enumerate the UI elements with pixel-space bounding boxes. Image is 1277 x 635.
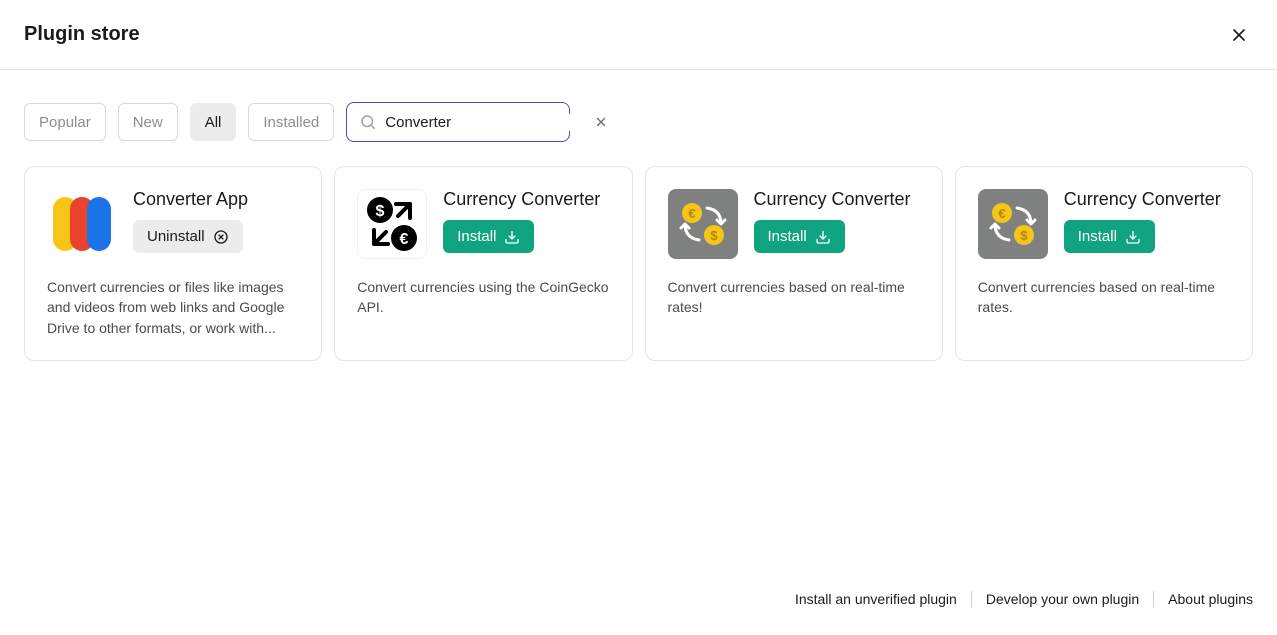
- plugin-card: € $ Currency Converter Install: [645, 166, 943, 361]
- install-button[interactable]: Install: [754, 220, 845, 253]
- currency-converter-icon: € $: [668, 189, 738, 259]
- download-icon: [815, 229, 831, 245]
- header: Plugin store: [0, 0, 1277, 70]
- clear-search-button[interactable]: [592, 113, 610, 131]
- currency-converter-icon: € $: [978, 189, 1048, 259]
- install-label: Install: [768, 228, 807, 245]
- plugin-card: $ € Currency Converter Install: [334, 166, 632, 361]
- develop-plugin-link[interactable]: Develop your own plugin: [986, 591, 1139, 607]
- plugin-description: Convert currencies based on real-time ra…: [668, 277, 920, 318]
- filter-new[interactable]: New: [118, 103, 178, 141]
- filter-row: Popular New All Installed: [24, 102, 1253, 142]
- search-wrap: [346, 102, 570, 142]
- close-icon: [1229, 25, 1249, 45]
- about-plugins-link[interactable]: About plugins: [1168, 591, 1253, 607]
- filter-all[interactable]: All: [190, 103, 237, 141]
- uninstall-button[interactable]: Uninstall: [133, 220, 243, 253]
- search-input[interactable]: [385, 114, 584, 131]
- plugin-card: € $ Currency Converter Install: [955, 166, 1253, 361]
- plugin-name: Currency Converter: [1064, 189, 1221, 210]
- plugin-cards: Converter App Uninstall Convert currenci…: [24, 166, 1253, 361]
- plugin-description: Convert currencies based on real-time ra…: [978, 277, 1230, 318]
- svg-text:$: $: [710, 228, 718, 243]
- svg-text:€: €: [688, 206, 695, 221]
- plugin-card: Converter App Uninstall Convert currenci…: [24, 166, 322, 361]
- page-title: Plugin store: [24, 23, 140, 46]
- plugin-name: Converter App: [133, 189, 248, 210]
- filter-installed[interactable]: Installed: [248, 103, 334, 141]
- plugin-name: Currency Converter: [754, 189, 911, 210]
- install-button[interactable]: Install: [443, 220, 534, 253]
- clear-icon: [594, 115, 608, 129]
- download-icon: [504, 229, 520, 245]
- uninstall-icon: [213, 229, 229, 245]
- content: Popular New All Installed: [0, 70, 1277, 361]
- install-button[interactable]: Install: [1064, 220, 1155, 253]
- filter-popular[interactable]: Popular: [24, 103, 106, 141]
- separator: [971, 591, 972, 607]
- install-label: Install: [1078, 228, 1117, 245]
- svg-text:€: €: [400, 231, 409, 248]
- install-unverified-link[interactable]: Install an unverified plugin: [795, 591, 957, 607]
- converter-app-icon: [47, 189, 117, 259]
- uninstall-label: Uninstall: [147, 228, 205, 245]
- coingecko-icon: $ €: [357, 189, 427, 259]
- plugin-description: Convert currencies or files like images …: [47, 277, 299, 338]
- close-button[interactable]: [1225, 21, 1253, 49]
- plugin-name: Currency Converter: [443, 189, 600, 210]
- search-icon: [359, 113, 377, 131]
- svg-text:€: €: [998, 206, 1005, 221]
- separator: [1153, 591, 1154, 607]
- footer: Install an unverified plugin Develop you…: [795, 591, 1253, 607]
- install-label: Install: [457, 228, 496, 245]
- plugin-description: Convert currencies using the CoinGecko A…: [357, 277, 609, 318]
- download-icon: [1125, 229, 1141, 245]
- svg-text:$: $: [376, 203, 385, 220]
- svg-text:$: $: [1020, 228, 1028, 243]
